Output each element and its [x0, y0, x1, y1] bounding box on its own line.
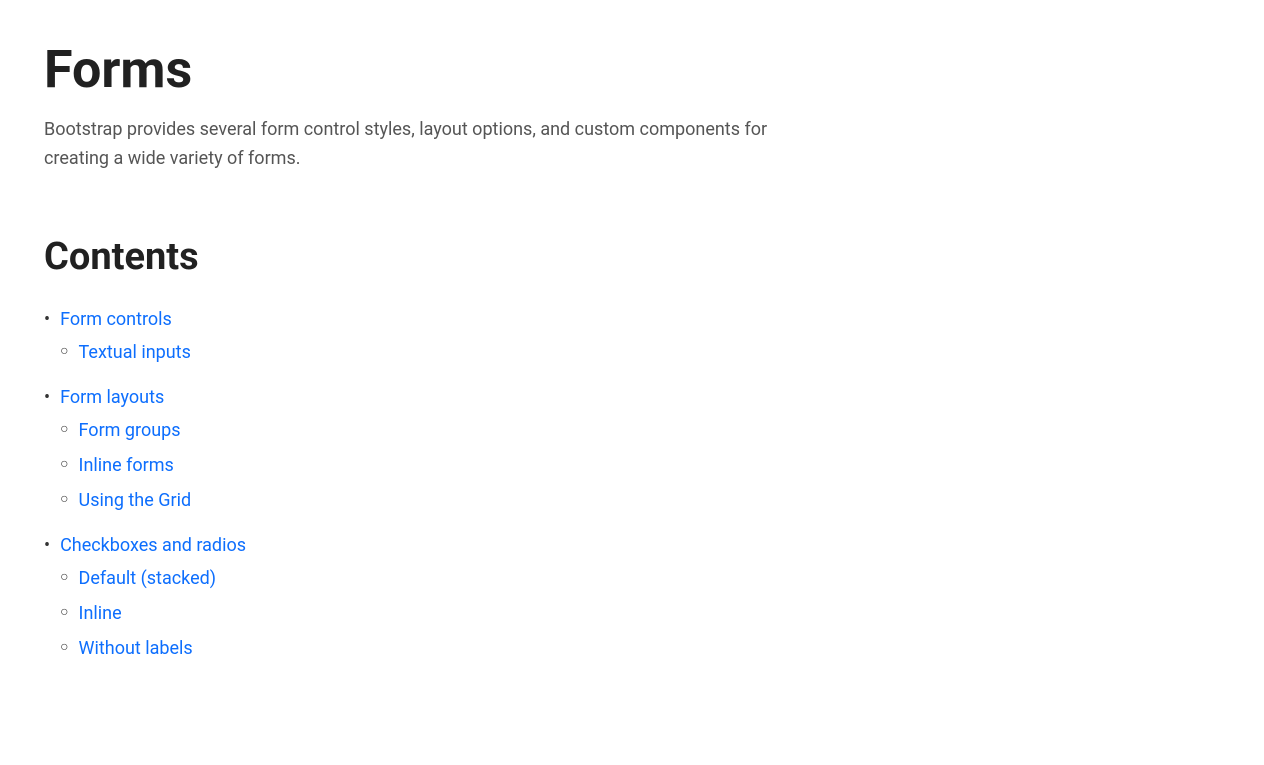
link-inline[interactable]: Inline: [79, 600, 122, 627]
page-title: Forms: [44, 40, 1220, 100]
list-item-inline-forms: ○ Inline forms: [60, 452, 191, 479]
bullet-dot-3: •: [44, 532, 50, 559]
link-textual-inputs[interactable]: Textual inputs: [79, 339, 191, 366]
bullet-dot-1: •: [44, 306, 50, 333]
contents-list: • Form controls ○ Textual inputs • Form …: [44, 306, 1220, 670]
link-inline-forms[interactable]: Inline forms: [79, 452, 174, 479]
list-item-default-stacked: ○ Default (stacked): [60, 565, 246, 592]
list-item-checkboxes-and-radios: • Checkboxes and radios ○ Default (stack…: [44, 532, 1220, 670]
bullet-circle-7: ○: [60, 635, 68, 660]
list-item-inline: ○ Inline: [60, 600, 246, 627]
contents-heading: Contents: [44, 229, 1220, 286]
sub-list-form-layouts: ○ Form groups ○ Inline forms ○ Using the…: [60, 417, 191, 522]
bullet-circle-1: ○: [60, 339, 68, 364]
bullet-circle-4: ○: [60, 487, 68, 512]
bullet-circle-3: ○: [60, 452, 68, 477]
bullet-circle-5: ○: [60, 565, 68, 590]
bullet-dot-2: •: [44, 384, 50, 411]
link-form-layouts[interactable]: Form layouts: [60, 384, 191, 411]
link-form-controls[interactable]: Form controls: [60, 306, 191, 333]
bullet-circle-6: ○: [60, 600, 68, 625]
sub-list-form-controls: ○ Textual inputs: [60, 339, 191, 374]
link-default-stacked[interactable]: Default (stacked): [79, 565, 217, 592]
list-item-using-the-grid: ○ Using the Grid: [60, 487, 191, 514]
list-item-form-groups: ○ Form groups: [60, 417, 191, 444]
list-item-textual-inputs: ○ Textual inputs: [60, 339, 191, 366]
list-item-form-controls: • Form controls ○ Textual inputs: [44, 306, 1220, 374]
page-description: Bootstrap provides several form control …: [44, 116, 804, 174]
sub-list-checkboxes-and-radios: ○ Default (stacked) ○ Inline ○ Without l…: [60, 565, 246, 670]
link-using-the-grid[interactable]: Using the Grid: [79, 487, 192, 514]
link-without-labels[interactable]: Without labels: [79, 635, 193, 662]
link-form-groups[interactable]: Form groups: [79, 417, 181, 444]
bullet-circle-2: ○: [60, 417, 68, 442]
list-item-without-labels: ○ Without labels: [60, 635, 246, 662]
list-item-form-layouts: • Form layouts ○ Form groups ○ Inline fo…: [44, 384, 1220, 522]
link-checkboxes-and-radios[interactable]: Checkboxes and radios: [60, 532, 246, 559]
